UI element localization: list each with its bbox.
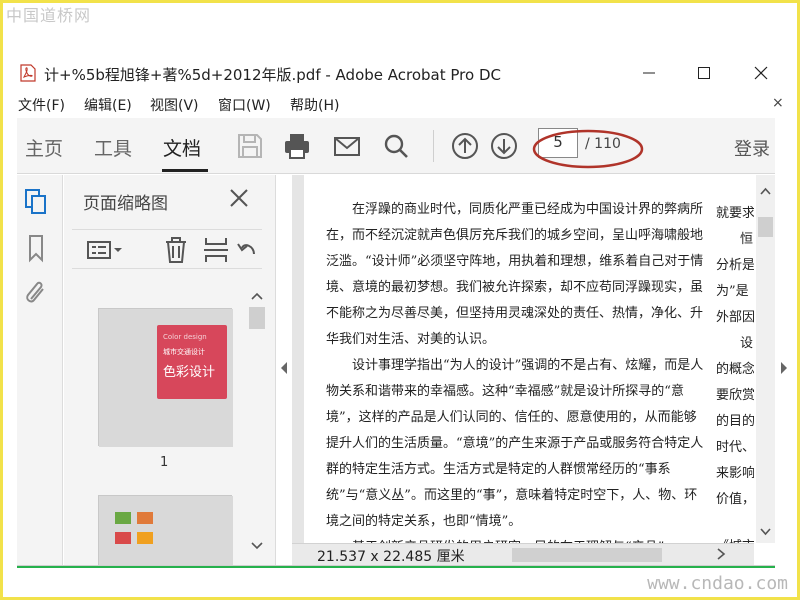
- status-bar: 21.537 x 22.485 厘米: [292, 543, 754, 565]
- menu-help[interactable]: 帮助(H): [290, 95, 339, 115]
- rotate-page-icon[interactable]: [236, 234, 258, 266]
- title-bar: 计+%5b程旭锋+著%5d+2012年版.pdf - Adobe Acrobat…: [4, 56, 796, 88]
- page-thumbnail-2[interactable]: [98, 495, 233, 566]
- document-page: 在浮躁的商业时代，同质化严重已经成为中国设计界的弊病所在，而不经沉淀就声色俱厉充…: [304, 175, 718, 545]
- tab-home[interactable]: 主页: [25, 134, 63, 161]
- save-icon[interactable]: [234, 130, 266, 162]
- close-document-icon[interactable]: ×: [772, 95, 784, 111]
- email-icon[interactable]: [331, 130, 363, 162]
- thumbnails-panel: 页面缩略图 Color design 城市交通设计 色彩设计 1: [64, 175, 276, 566]
- tile-red: [115, 532, 131, 544]
- next-page-line: 来影响: [716, 466, 754, 481]
- next-page-line: 时代、: [716, 440, 754, 455]
- page-down-icon[interactable]: [488, 130, 520, 162]
- document-vertical-scrollbar[interactable]: [756, 175, 775, 543]
- next-page-line: 就要求: [716, 206, 754, 221]
- tab-document[interactable]: 文档: [163, 134, 201, 161]
- panel-title: 页面缩略图: [83, 194, 168, 214]
- active-tab-indicator: [162, 169, 208, 172]
- next-page-line: 为”是: [716, 284, 749, 299]
- next-page-line: 的概念: [716, 362, 754, 377]
- delete-page-icon[interactable]: [160, 234, 192, 266]
- toolbar-separator: [433, 130, 434, 162]
- next-page-line: 价值，: [716, 492, 754, 507]
- menu-edit[interactable]: 编辑(E): [84, 95, 132, 115]
- page-up-icon[interactable]: [449, 130, 481, 162]
- next-page-line: 的目的: [716, 414, 754, 429]
- next-page-line: 分析是: [716, 258, 754, 273]
- thumbnail-options-icon[interactable]: [84, 234, 126, 266]
- navigation-rail: [17, 175, 63, 565]
- menu-window[interactable]: 窗口(W): [218, 95, 271, 115]
- attachment-icon[interactable]: [22, 277, 50, 307]
- menu-view[interactable]: 视图(V): [150, 95, 199, 115]
- close-panel-icon[interactable]: [228, 187, 250, 209]
- document-view[interactable]: 在浮躁的商业时代，同质化严重已经成为中国设计界的弊病所在，而不经沉淀就声色俱厉充…: [292, 175, 754, 565]
- cover-series: 城市交通设计: [163, 348, 205, 356]
- scroll-down-icon[interactable]: [759, 525, 772, 538]
- thumbnail-2-background: [99, 496, 233, 566]
- page-thumbnails-icon[interactable]: [22, 187, 50, 217]
- tab-tools[interactable]: 工具: [94, 134, 132, 161]
- watermark-top: 中国道桥网: [6, 6, 92, 25]
- main-toolbar: 主页 工具 文档 5 / 110 登录: [17, 118, 775, 174]
- print-icon[interactable]: [281, 130, 313, 162]
- cover-title: 色彩设计: [163, 365, 216, 380]
- next-page-edge: 就要求 恒 分析是 为”是 外部因 设 的概念 要欣赏 的目的 时代、 来影响 …: [710, 175, 754, 545]
- next-page-line: 设: [740, 336, 754, 351]
- minimize-button[interactable]: [634, 60, 664, 86]
- search-icon[interactable]: [380, 130, 412, 162]
- extract-page-icon[interactable]: [200, 234, 232, 266]
- next-page-line: 要欣赏: [716, 388, 754, 403]
- next-page-line: 外部因: [716, 310, 754, 325]
- paragraph-2: 设计事理学指出“为人的设计”强调的不是占有、炫耀，而是人物关系和谐带来的幸福感。…: [326, 358, 704, 529]
- pdf-file-icon: [20, 64, 36, 82]
- watermark-bottom: www.cndao.com: [647, 573, 788, 594]
- annotation-ellipse: [532, 129, 644, 169]
- thumbnail-scrollbar[interactable]: [248, 285, 266, 565]
- window-title: 计+%5b程旭锋+著%5d+2012年版.pdf - Adobe Acrobat…: [44, 66, 501, 84]
- scroll-up-icon[interactable]: [759, 185, 772, 198]
- tile-orange: [137, 512, 153, 524]
- scroll-right-icon[interactable]: [714, 547, 728, 561]
- menu-file[interactable]: 文件(F): [18, 95, 65, 115]
- thumbnail-toolbar: [72, 229, 262, 269]
- bookmark-icon[interactable]: [22, 233, 50, 263]
- tile-green: [115, 512, 131, 524]
- thumbnail-label: 1: [160, 455, 169, 470]
- horizontal-scrollbar-thumb[interactable]: [512, 548, 662, 562]
- page-thumbnail-1[interactable]: Color design 城市交通设计 色彩设计: [98, 308, 233, 447]
- login-link[interactable]: 登录: [734, 135, 770, 161]
- collapse-panel-icon[interactable]: [278, 360, 290, 376]
- page-dimensions: 21.537 x 22.485 厘米: [317, 549, 465, 565]
- cover-red-block: Color design 城市交通设计 色彩设计: [157, 325, 227, 399]
- paragraph-1: 在浮躁的商业时代，同质化严重已经成为中国设计界的弊病所在，而不经沉淀就声色俱厉充…: [326, 202, 704, 347]
- next-page-line: 恒: [740, 232, 754, 247]
- tile-amber: [137, 532, 153, 544]
- expand-right-pane-icon[interactable]: [778, 360, 790, 376]
- vertical-scrollbar-thumb[interactable]: [758, 217, 773, 237]
- cover-subtitle: Color design: [163, 333, 207, 341]
- menu-bar: 文件(F) 编辑(E) 视图(V) 窗口(W) 帮助(H) ×: [4, 92, 796, 116]
- close-window-button[interactable]: [746, 60, 776, 86]
- maximize-button[interactable]: [689, 60, 719, 86]
- brand-accent-line: [17, 566, 775, 568]
